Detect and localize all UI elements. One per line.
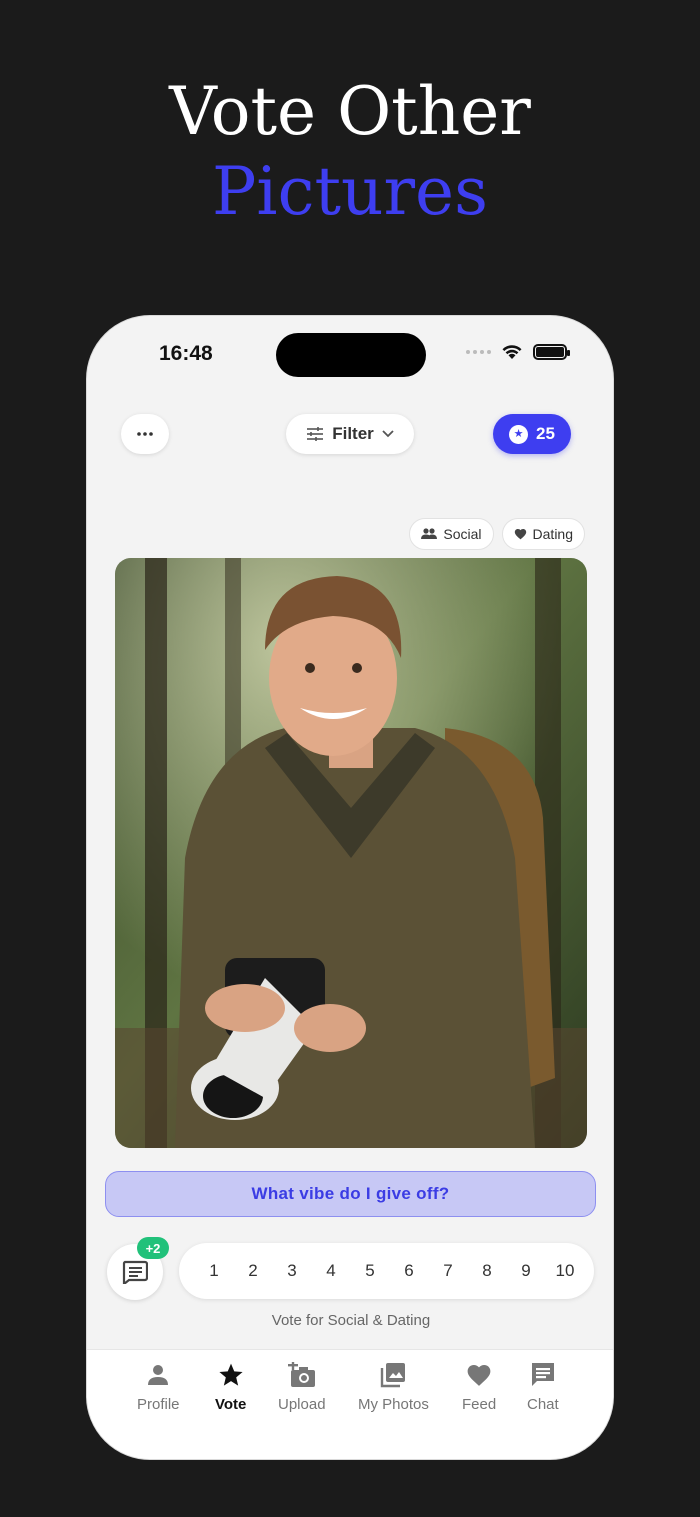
tab-vote[interactable]: Vote xyxy=(215,1360,246,1413)
tab-chat-label: Chat xyxy=(527,1396,559,1413)
rating-1[interactable]: 1 xyxy=(197,1261,231,1281)
heart-icon xyxy=(464,1360,494,1390)
rating-5[interactable]: 5 xyxy=(353,1261,387,1281)
rating-3[interactable]: 3 xyxy=(275,1261,309,1281)
tab-vote-label: Vote xyxy=(215,1396,247,1413)
tag-social[interactable]: Social xyxy=(409,518,494,550)
comment-icon xyxy=(122,1260,148,1284)
add-photo-icon xyxy=(287,1360,317,1390)
coins-count: 25 xyxy=(536,424,555,443)
tag-social-label: Social xyxy=(443,526,482,542)
battery-icon xyxy=(533,344,570,360)
heart-icon xyxy=(514,529,526,540)
status-time: 16:48 xyxy=(159,342,213,365)
sliders-icon xyxy=(307,427,324,441)
vibe-prompt[interactable]: What vibe do I give off? xyxy=(105,1171,596,1217)
star-icon xyxy=(216,1360,246,1390)
wifi-icon xyxy=(502,345,522,359)
comments-badge: +2 xyxy=(137,1237,169,1259)
vote-photo[interactable] xyxy=(115,558,587,1148)
chat-icon xyxy=(528,1360,558,1390)
tab-chat[interactable]: Chat xyxy=(527,1360,559,1413)
chevron-down-icon xyxy=(382,430,394,438)
tab-upload-label: Upload xyxy=(278,1396,326,1413)
photo-image xyxy=(115,558,587,1148)
rating-10[interactable]: 10 xyxy=(548,1261,582,1281)
vote-hint: Vote for Social & Dating xyxy=(271,1312,431,1329)
photos-icon xyxy=(378,1360,408,1390)
tab-profile-label: Profile xyxy=(137,1396,180,1413)
rating-2[interactable]: 2 xyxy=(236,1261,270,1281)
rating-9[interactable]: 9 xyxy=(509,1261,543,1281)
coins-button[interactable]: ★ 25 xyxy=(493,414,571,454)
tab-my-photos-label: My Photos xyxy=(358,1396,429,1413)
phone-frame: 16:48 Filter ★ 25 Social Dating What vib… xyxy=(86,315,614,1460)
more-options-button[interactable] xyxy=(121,414,169,454)
star-coin-icon: ★ xyxy=(509,424,529,444)
people-icon xyxy=(421,528,438,539)
headline: Vote Other Pictures xyxy=(0,72,700,232)
rating-8[interactable]: 8 xyxy=(470,1261,504,1281)
tab-my-photos[interactable]: My Photos xyxy=(358,1360,429,1413)
tab-upload[interactable]: Upload xyxy=(278,1360,326,1413)
tag-dating-label: Dating xyxy=(532,526,573,542)
rating-7[interactable]: 7 xyxy=(431,1261,465,1281)
status-icons xyxy=(466,344,570,360)
filter-button[interactable]: Filter xyxy=(286,414,414,454)
person-icon xyxy=(143,1360,173,1390)
tab-feed-label: Feed xyxy=(462,1396,497,1413)
rating-4[interactable]: 4 xyxy=(314,1261,348,1281)
dynamic-island xyxy=(276,333,426,377)
tab-feed[interactable]: Feed xyxy=(462,1360,496,1413)
filter-label: Filter xyxy=(332,424,374,443)
signal-icon xyxy=(466,350,491,354)
more-icon xyxy=(137,432,153,436)
headline-line-2: Pictures xyxy=(212,153,488,230)
rating-scale: 1 2 3 4 5 6 7 8 9 10 xyxy=(179,1243,594,1299)
tab-bar: Profile Vote Upload My Photos Feed Chat xyxy=(87,1349,613,1459)
tag-dating[interactable]: Dating xyxy=(501,518,585,550)
rating-6[interactable]: 6 xyxy=(392,1261,426,1281)
tab-profile[interactable]: Profile xyxy=(137,1360,180,1413)
category-tags: Social Dating xyxy=(409,518,585,550)
headline-line-1: Vote Other xyxy=(169,73,531,150)
